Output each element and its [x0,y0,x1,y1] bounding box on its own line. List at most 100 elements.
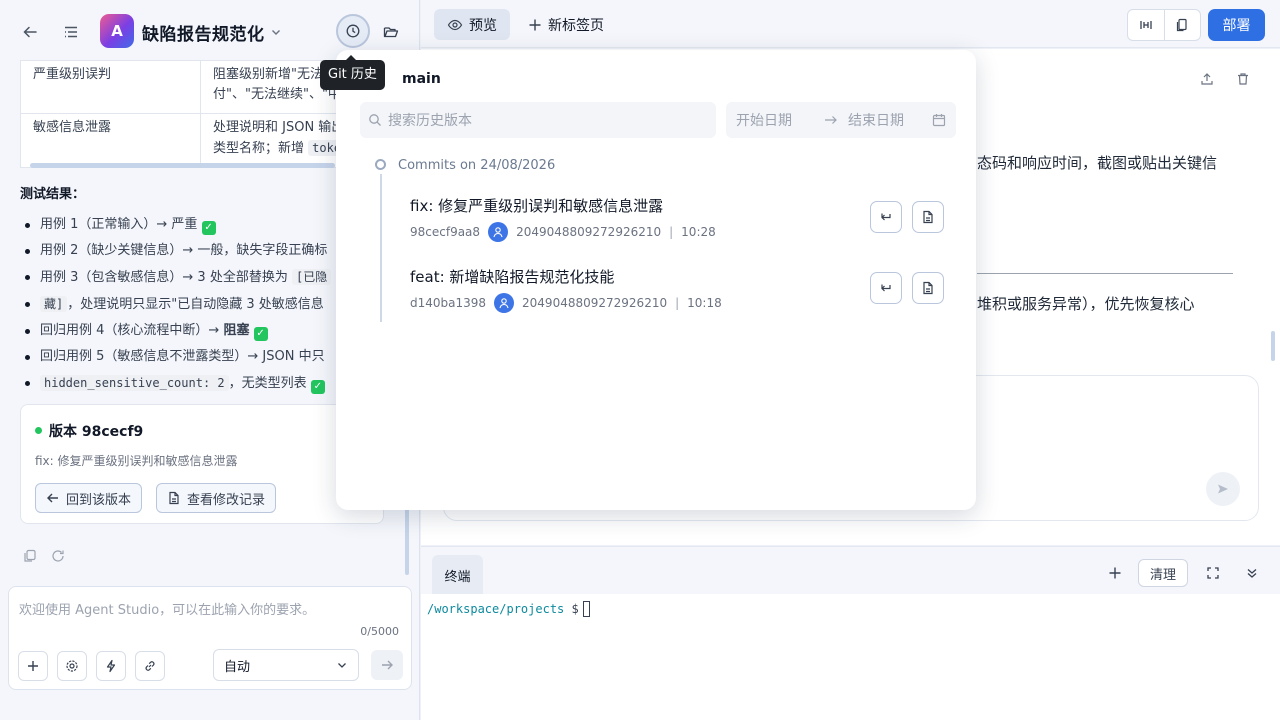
table-row: 敏感信息泄露 处理说明和 JSON 输出 类型名称；新增 toke [20,113,385,168]
arrow-left-icon [47,493,58,503]
item-bold: 阻塞 [223,323,250,338]
list-item: 回归用例 4（核心流程中断）→ 阻塞 ✓ [20,318,390,344]
folder-open-icon[interactable] [377,18,405,46]
send-icon[interactable] [1206,472,1240,506]
terminal[interactable]: /workspace/projects $ [421,594,1280,720]
timeline-dot [375,159,386,170]
item-text: 用例 3（包含敏感信息）→ 3 处全部替换为 [40,270,292,285]
add-icon[interactable] [18,651,48,681]
link-icon[interactable] [135,651,165,681]
inline-code: [已隐 [291,269,332,285]
upload-icon[interactable] [1193,65,1221,93]
prompt-input[interactable]: 欢迎使用 Agent Studio，可以在此输入你的要求。 0/5000 自动 [8,586,412,690]
view-diff-icon[interactable] [912,201,944,233]
clear-button[interactable]: 清理 [1138,559,1188,587]
date-range-picker[interactable]: 开始日期 结束日期 [726,102,956,138]
menu-list-icon[interactable] [57,18,85,46]
prompt-symbol: $ [571,602,579,616]
char-counter: 0/5000 [360,625,399,638]
doc-line: 态码和响应时间，截图或贴出关键信 [977,154,1218,172]
copy-icon[interactable] [16,542,44,570]
view-diff-icon[interactable] [912,272,944,304]
mode-value: 自动 [224,659,251,675]
lightning-icon[interactable] [96,651,126,681]
calendar-icon [932,114,946,127]
tests-heading: 测试结果： [20,187,86,202]
list-item-continuation: hidden_sensitive_count: 2 ，无类型列表 ✓ [20,370,390,397]
split-view-icon[interactable] [1128,10,1165,40]
item-text: 回归用例 4（核心流程中断）→ [40,323,224,338]
commit-message: feat: 新增缺陷报告规范化技能 [410,268,615,286]
fullscreen-icon[interactable] [1199,559,1227,587]
search-placeholder: 搜索历史版本 [388,113,472,129]
tests-list: 用例 1（正常输入）→ 严重 ✓ 用例 2（缺少关键信息）→ 一般，缺失字段正确… [20,212,390,397]
chevron-down-icon[interactable] [262,18,290,46]
check-icon: ✓ [201,221,216,235]
commit-group-header: Commits on 24/08/2026 [398,158,556,173]
commit-meta: d140ba1398 2049048809272926210 | 10:18 [410,293,722,313]
user-icon [499,298,509,309]
prompt-placeholder: 欢迎使用 Agent Studio，可以在此输入你的要求。 [19,603,316,618]
list-item: 回归用例 5（敏感信息不泄露类型）→ JSON 中只 [20,344,390,370]
send-button[interactable] [371,650,403,680]
commit-time: 10:18 [687,296,722,310]
deploy-button[interactable]: 部署 [1208,9,1265,41]
collapse-chevron-icon[interactable] [1238,559,1266,587]
revert-version-button[interactable]: 回到该版本 [35,483,143,513]
plus-icon [529,19,541,30]
revert-commit-icon[interactable] [870,201,902,233]
terminal-toolbar: 终端 清理 [421,546,1280,595]
commit-meta: 98cecf9aa8 2049048809272926210 | 10:28 [410,222,716,242]
status-dot [35,427,42,434]
terminal-path: /workspace/projects [427,602,565,616]
arrow-right-icon [382,660,393,670]
separator: | [669,225,674,239]
commit-author: 2049048809272926210 [516,225,662,239]
version-subtitle: fix: 修复严重级别误判和敏感信息泄露 [35,454,238,468]
git-history-button[interactable] [336,14,370,48]
new-tab-button[interactable]: 新标签页 [528,9,604,40]
check-icon: ✓ [310,380,325,394]
item-text: 用例 2（缺少关键信息）→ 一般，缺失字段正确标 [40,243,328,258]
end-date[interactable]: 结束日期 [848,110,904,130]
app-title[interactable]: 缺陷报告规范化 [142,20,265,45]
history-search-input[interactable]: 搜索历史版本 [360,102,716,138]
terminal-prompt: /workspace/projects $ [427,601,590,617]
new-tab-label: 新标签页 [548,17,604,34]
add-terminal-icon[interactable] [1101,559,1129,587]
version-card: 版本 98cecf9 fix: 修复严重级别误判和敏感信息泄露 回到该版本 查看… [20,404,384,524]
right-topbar: 预览 新标签页 部署 [421,0,1280,48]
document-icon [169,491,179,505]
table-cell: 严重级别误判 [20,60,201,114]
tab-preview[interactable]: 预览 [434,9,510,40]
arrow-right-icon [825,116,837,124]
table-cell: 敏感信息泄露 [20,113,201,168]
horizontal-scrollbar[interactable] [30,163,335,168]
commit-hash: 98cecf9aa8 [410,225,481,239]
view-changes-button[interactable]: 查看修改记录 [156,483,277,513]
back-arrow-icon[interactable] [16,18,44,46]
tooltip: Git 历史 [320,55,385,90]
git-history-popover: ： main 搜索历史版本 开始日期 结束日期 Commits on 24/08… [336,50,976,510]
inline-code: hidden_sensitive_count: 2 [40,375,229,391]
trash-icon[interactable] [1229,65,1257,93]
commit-message: fix: 修复严重级别误判和敏感信息泄露 [410,197,664,215]
doc-scrollbar[interactable] [1271,331,1275,361]
eye-icon [447,19,463,30]
item-text: ，处理说明只显示"已自动隐藏 3 处敏感信息 [67,297,324,312]
timeline-line [380,174,382,322]
start-date[interactable]: 开始日期 [736,110,792,130]
refresh-icon[interactable] [44,542,72,570]
separator: | [675,296,680,310]
list-item-continuation: 藏] ，处理说明只显示"已自动隐藏 3 处敏感信息 [20,291,390,318]
settings-gear-icon[interactable] [57,651,87,681]
mode-select[interactable]: 自动 [213,649,359,681]
search-icon [369,114,381,126]
mobile-view-icon[interactable] [1165,10,1201,40]
list-item: 用例 2（缺少关键信息）→ 一般，缺失字段正确标 [20,238,390,264]
view-toggle [1127,9,1201,41]
terminal-cursor [582,601,590,617]
tab-terminal[interactable]: 终端 [432,555,483,595]
revert-commit-icon[interactable] [870,272,902,304]
history-clock-icon [346,24,360,38]
